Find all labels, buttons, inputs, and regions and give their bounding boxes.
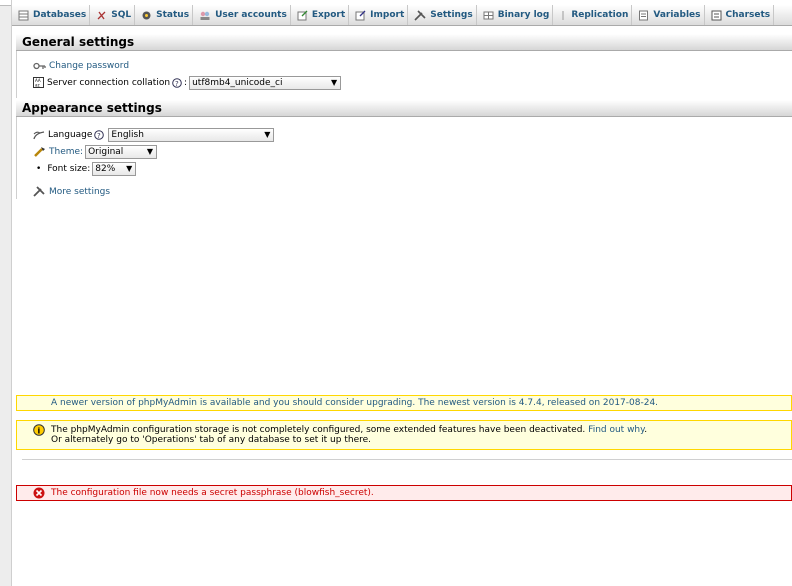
- tab-label: Status: [156, 10, 190, 20]
- bullet-icon: •: [36, 163, 42, 174]
- more-settings-link[interactable]: More settings: [33, 185, 110, 198]
- collation-select[interactable]: utf8mb4_unicode_ci ▼: [189, 75, 342, 90]
- appearance-settings-title: Appearance settings: [16, 100, 792, 117]
- tab-settings[interactable]: Settings: [408, 5, 477, 25]
- fontsize-row: • Font size: 82% ▼: [36, 161, 137, 176]
- tab-label: Replication: [571, 10, 629, 20]
- storage-line2: Or alternately go to 'Operations' tab of…: [51, 435, 372, 445]
- language-label: Language: [48, 129, 93, 140]
- fontsize-select[interactable]: 82% ▼: [92, 161, 137, 176]
- change-password-link[interactable]: Change password: [33, 60, 129, 72]
- sql-icon: [96, 10, 107, 21]
- fontsize-select-box[interactable]: 82%: [92, 161, 137, 176]
- storage-period: .: [644, 425, 648, 435]
- settings-icon: [414, 9, 426, 21]
- error-message: The configuration file now needs a secre…: [16, 485, 792, 501]
- collation-icon: AA az: [33, 77, 44, 88]
- navigation-toggle[interactable]: [0, 0, 11, 6]
- help-icon[interactable]: ?: [172, 77, 182, 88]
- help-icon[interactable]: ?: [94, 129, 105, 140]
- tab-sql[interactable]: SQL: [90, 5, 136, 25]
- language-select-box[interactable]: English: [108, 127, 275, 142]
- status-icon: [141, 10, 152, 21]
- database-icon: [18, 10, 29, 21]
- collation-row: AA az Server connection collation ? : utf…: [33, 75, 342, 90]
- variables-icon: [638, 10, 649, 21]
- divider: [16, 117, 17, 199]
- tab-databases[interactable]: Databases: [12, 5, 91, 25]
- tab-binary-log[interactable]: Binary log: [477, 5, 554, 25]
- language-row: Language ? English ▼: [33, 127, 275, 142]
- tab-label: Export: [311, 10, 346, 20]
- tab-replication[interactable]: Replication: [553, 5, 633, 25]
- theme-brush-icon: [33, 146, 46, 157]
- tab-label: User accounts: [215, 10, 287, 20]
- change-password-label: Change password: [49, 61, 130, 71]
- tab-label: Databases: [33, 10, 87, 20]
- tab-label: Binary log: [497, 10, 550, 20]
- navigation-panel-edge[interactable]: [0, 0, 12, 586]
- error-text: The configuration file now needs a secre…: [51, 488, 374, 498]
- users-icon: [199, 10, 211, 21]
- tab-user-accounts[interactable]: User accounts: [193, 5, 291, 25]
- binlog-icon: [483, 10, 494, 21]
- more-settings-label: More settings: [49, 186, 111, 197]
- collation-select-box[interactable]: utf8mb4_unicode_ci: [189, 75, 342, 90]
- collation-label: Server connection collation: [47, 77, 171, 88]
- export-icon: [297, 10, 308, 21]
- tab-import[interactable]: Import: [349, 5, 409, 25]
- svg-text:?: ?: [97, 132, 101, 140]
- fontsize-label: Font size:: [47, 163, 91, 174]
- theme-row: Theme: Original ▼: [33, 144, 158, 159]
- tab-label: SQL: [111, 10, 132, 20]
- divider: [22, 459, 792, 460]
- storage-message: The phpMyAdmin configuration storage is …: [51, 425, 647, 445]
- tab-label: Import: [370, 10, 405, 20]
- tab-label: Variables: [653, 10, 701, 20]
- import-icon: [355, 10, 366, 21]
- theme-select[interactable]: Original ▼: [85, 144, 158, 159]
- server-tabs: Databases SQL Status User accounts Expor…: [12, 5, 792, 26]
- upgrade-notice: A newer version of phpMyAdmin is availab…: [16, 395, 792, 411]
- error-icon: [33, 487, 45, 504]
- language-select[interactable]: English ▼: [108, 127, 275, 142]
- tab-status[interactable]: Status: [135, 5, 194, 25]
- theme-link[interactable]: Theme:: [49, 147, 83, 157]
- charsets-icon: [711, 10, 722, 21]
- divider: [16, 50, 17, 98]
- find-out-why-link[interactable]: Find out why: [588, 425, 644, 435]
- tab-charsets[interactable]: Charsets: [705, 5, 775, 25]
- settings-icon: [33, 186, 46, 197]
- tab-label: Charsets: [725, 10, 771, 20]
- key-icon: [33, 61, 46, 71]
- replication-icon: [559, 10, 567, 21]
- storage-notice: i The phpMyAdmin configuration storage i…: [16, 420, 792, 450]
- tab-variables[interactable]: Variables: [632, 5, 705, 25]
- general-settings-title: General settings: [16, 34, 792, 51]
- theme-select-box[interactable]: Original: [85, 144, 158, 159]
- svg-text:?: ?: [175, 80, 179, 88]
- tab-export[interactable]: Export: [291, 5, 350, 25]
- info-icon: i: [33, 424, 45, 439]
- svg-text:i: i: [38, 427, 41, 436]
- svg-text:az: az: [35, 83, 40, 88]
- tab-label: Settings: [430, 10, 473, 20]
- storage-line1: The phpMyAdmin configuration storage is …: [51, 425, 586, 435]
- language-icon: [33, 130, 45, 140]
- upgrade-text: A newer version of phpMyAdmin is availab…: [51, 398, 659, 408]
